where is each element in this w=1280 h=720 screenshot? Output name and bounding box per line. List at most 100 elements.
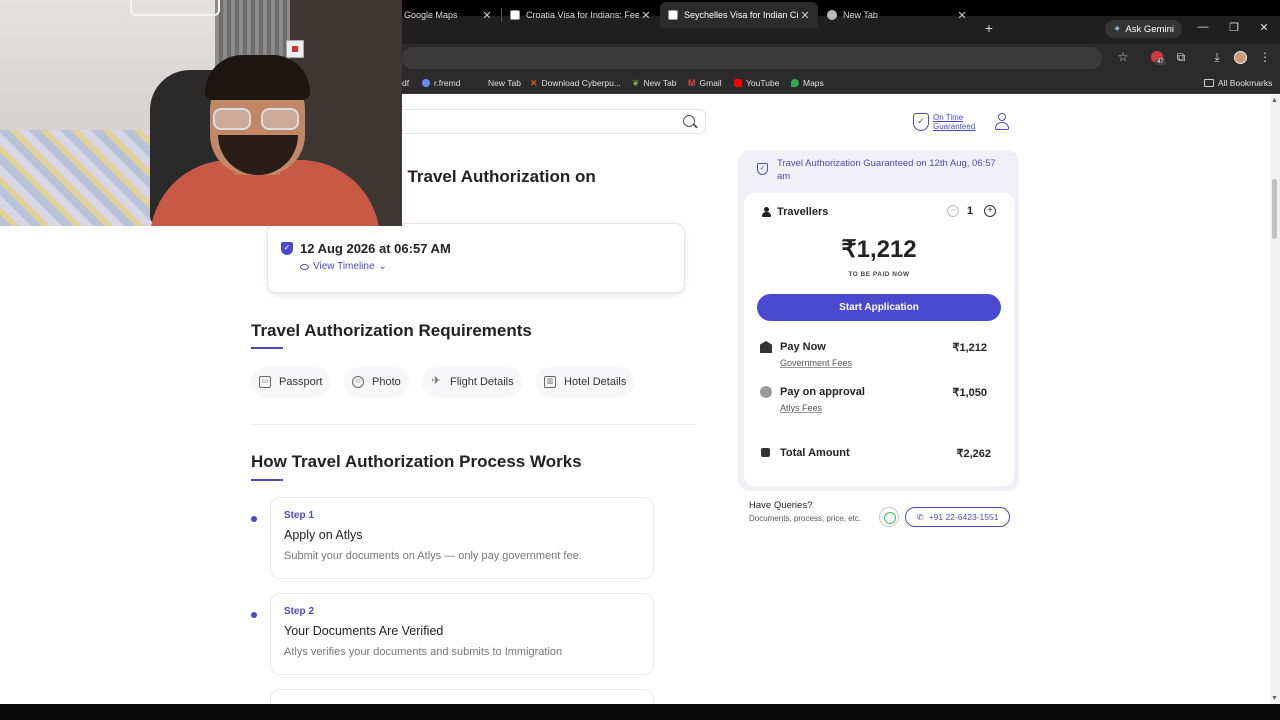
phone-icon: ✆ [916,511,924,522]
bookmark-label: Gmail [699,78,722,88]
page-title: l Travel Authorization on [398,167,596,186]
requirement-flight-details[interactable]: ✈ Flight Details [422,367,522,397]
requirement-hotel-details[interactable]: ▥ Hotel Details [536,367,635,397]
all-bookmarks-button[interactable]: All Bookmarks [1204,77,1272,89]
step-title: Your Documents Are Verified [284,624,444,638]
extensions-puzzle-icon[interactable]: ⧉ [1173,49,1189,65]
scroll-down-arrow-icon[interactable]: ▼ [1271,695,1278,702]
bookmark-star-icon[interactable]: ☆ [1115,49,1131,65]
screen: Google Maps ✕ Croatia Visa for Indians: … [0,0,1280,720]
close-icon[interactable]: ✕ [798,9,812,22]
photo-icon: ☺ [352,376,364,388]
tab-title: New Tab [843,10,878,20]
view-timeline-link[interactable]: View Timeline ⌄ [300,261,387,272]
bookmark-download-cyberpunk[interactable]: ✕ Download Cyberpu... [530,77,621,89]
bookmark-label: New Tab [643,78,677,88]
flight-icon: ✈ [431,375,441,387]
requirement-passport[interactable]: ▭ Passport [251,367,331,397]
whatsapp-icon[interactable] [879,507,899,527]
tab-croatia-visa[interactable]: Croatia Visa for Indians: Fees, D ✕ [502,2,659,28]
search-input[interactable] [360,109,706,134]
close-icon[interactable]: ✕ [480,9,494,22]
close-icon[interactable]: ✕ [955,9,969,22]
step-dot [251,612,257,618]
user-body-shape [995,122,1009,130]
bookmark-new-tab-2[interactable]: ❦ New Tab [632,77,676,89]
eye-icon [300,263,309,270]
new-tab-button[interactable]: + [982,20,996,36]
bed [0,130,160,226]
ceiling-light [130,0,220,16]
title-underline [251,479,283,481]
clock-icon [760,386,772,398]
bookmark-df[interactable]: df [402,77,409,89]
search-icon[interactable] [683,115,695,127]
bookmark-gmail[interactable]: M Gmail [688,77,722,89]
government-fees-link[interactable]: Government Fees [780,358,852,368]
decrement-button[interactable]: − [947,205,959,217]
receipt-icon [761,448,770,457]
bookmark-youtube[interactable]: YouTube [734,77,779,89]
tab-google-maps[interactable]: Google Maps ✕ [396,2,500,28]
r-icon [422,79,430,87]
tab-new-tab[interactable]: New Tab ✕ [819,2,975,28]
wall-outlet [286,40,304,58]
bookmark-label: r.fremd [434,78,461,88]
tab-title: Google Maps [404,10,458,20]
bookmark-maps[interactable]: Maps [791,77,824,89]
on-time-guaranteed-link[interactable]: ✓ On Time Guaranteed [913,113,975,131]
shield-check-icon: ✓ [757,163,768,175]
bookmark-label: df [402,78,410,88]
pay-now-amount: ₹1,212 [952,342,987,354]
tab-seychelles-visa[interactable]: Seychelles Visa for Indian Citize ✕ [660,2,818,28]
restore-icon[interactable]: ❐ [1227,21,1241,34]
step-description: Atlys verifies your documents and submit… [284,646,563,658]
minimize-icon[interactable]: — [1196,21,1210,33]
gemini-label: Ask Gemini [1125,23,1174,35]
webcam-overlay [0,0,402,226]
profile-avatar[interactable] [1234,51,1247,64]
scroll-up-arrow-icon[interactable]: ▲ [1271,97,1278,104]
leaf-icon: ❦ [632,77,640,88]
guaranteed-date-card: ✓ 12 Aug 2026 at 06:57 AM View Timeline … [267,223,685,293]
glasses-lens [213,108,251,130]
window-close-icon[interactable]: ✕ [1257,21,1271,34]
bookmark-rfremd[interactable]: r.fremd [422,77,460,89]
page-scrollbar[interactable]: ▲ ▼ [1270,95,1280,704]
download-icon[interactable]: ⤓ [1209,49,1225,65]
requirement-photo[interactable]: ☺ Photo [344,367,409,397]
ask-gemini-button[interactable]: ✦ Ask Gemini [1105,20,1182,38]
on-time-line1: On Time [933,113,964,122]
price-caption: TO BE PAID NOW [848,271,910,278]
step-title: Apply on Atlys [284,528,363,542]
gemini-sparkle-icon: ✦ [1113,23,1122,35]
youtube-icon [734,79,742,87]
person-icon [762,207,771,217]
guarantee-text: Travel Authorization Guaranteed on 12th … [777,158,996,182]
hotel-icon: ▥ [544,376,556,388]
menu-kebab-icon[interactable]: ⋮ [1257,49,1273,65]
bookmark-label: Download Cyberpu... [541,78,621,88]
bookmark-label: New Tab [488,78,521,88]
eyeglasses [213,108,303,130]
close-icon[interactable]: ✕ [639,9,653,22]
scrollbar-thumb[interactable] [1272,179,1277,239]
phone-button[interactable]: ✆ +91 22-6423-1551 [905,507,1010,527]
view-timeline-label: View Timeline [313,261,375,272]
chevron-down-icon: ⌄ [378,261,387,272]
pay-on-approval-title: Pay on approval [780,386,865,398]
start-application-button[interactable]: Start Application [757,294,1001,321]
extension-badge: 47 [1155,59,1166,65]
gmail-icon: M [688,78,696,88]
user-account-icon[interactable] [994,113,1010,131]
increment-button[interactable]: + [984,205,996,217]
maps-icon [791,79,799,87]
address-bar[interactable] [402,47,1102,69]
bookmark-new-tab[interactable]: New Tab [476,77,521,89]
step-description: Submit your documents on Atlys — only pa… [284,550,582,562]
all-bookmarks-label: All Bookmarks [1218,78,1273,88]
requirement-label: Photo [372,376,401,388]
requirement-label: Flight Details [450,376,514,388]
atlys-fees-link[interactable]: Atlys Fees [780,403,822,413]
atlys-favicon-icon [668,10,678,20]
